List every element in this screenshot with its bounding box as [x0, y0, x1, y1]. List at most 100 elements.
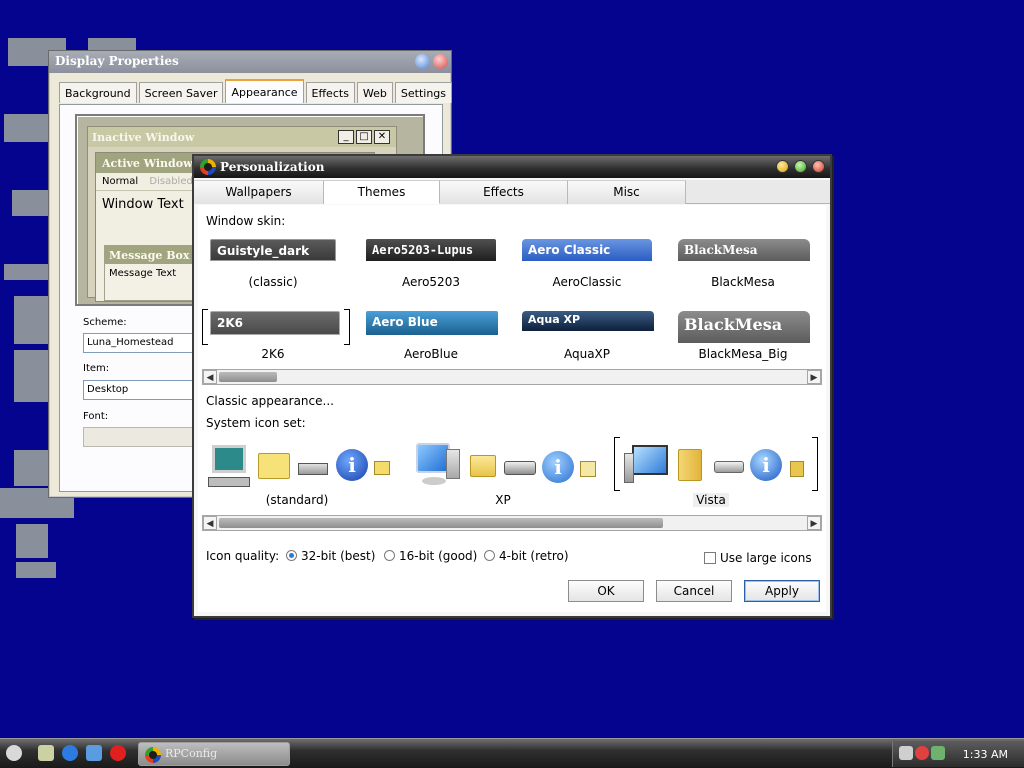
- large-icons-label: Use large icons: [720, 551, 812, 565]
- close-icon[interactable]: [812, 160, 825, 173]
- quality-option-32bit-label: 32-bit (best): [301, 549, 376, 563]
- taskbar: RPConfig 1:33 AM: [0, 738, 1024, 768]
- radio-16bit[interactable]: [384, 550, 395, 561]
- lock-folder-icon: [374, 461, 390, 475]
- icon-sets-scrollbar[interactable]: ◀ ▶: [202, 515, 822, 531]
- skin-bar-text: Aero Classic: [528, 243, 611, 257]
- tab-appearance[interactable]: Appearance: [225, 79, 304, 103]
- tab-background[interactable]: Background: [59, 82, 137, 103]
- apply-button[interactable]: Apply: [744, 580, 820, 602]
- selection-bracket-right: [344, 309, 350, 345]
- tab-screen-saver[interactable]: Screen Saver: [138, 82, 224, 103]
- desktop-icon-network[interactable]: [4, 114, 50, 142]
- preview-maximize-icon: □: [356, 130, 372, 144]
- desktop-icon-ie[interactable]: [4, 264, 48, 280]
- preview-menu-normal: Normal: [102, 176, 139, 187]
- skins-scrollbar[interactable]: ◀ ▶: [202, 369, 822, 385]
- icon-set-vista[interactable]: i: [620, 441, 810, 493]
- scroll-left-icon[interactable]: ◀: [203, 370, 217, 384]
- folder-icon: [470, 455, 496, 477]
- display-properties-title: Display Properties: [55, 54, 179, 68]
- desktop-icon-app-3[interactable]: [14, 450, 50, 486]
- skin-preview-aero5203[interactable]: Aero5203-Lupus: [366, 239, 496, 261]
- tab-themes[interactable]: Themes: [324, 180, 440, 204]
- scroll-left-icon[interactable]: ◀: [203, 516, 217, 530]
- computer-icon: [624, 445, 670, 487]
- desktop-icon-app-2[interactable]: [14, 350, 48, 402]
- tab-effects[interactable]: Effects: [305, 82, 355, 103]
- skin-preview-2k6[interactable]: 2K6: [210, 311, 340, 335]
- large-icons-option[interactable]: Use large icons: [704, 551, 812, 565]
- skin-preview-aeroclassic[interactable]: Aero Classic: [522, 239, 652, 261]
- info-icon: i: [336, 449, 368, 481]
- clock[interactable]: 1:33 AM: [963, 748, 1008, 761]
- folder-icon: [678, 449, 702, 481]
- classic-appearance-link[interactable]: Classic appearance...: [206, 394, 334, 408]
- tray-volume-icon[interactable]: [899, 746, 913, 760]
- close-icon[interactable]: [433, 54, 448, 69]
- drive-icon: [504, 461, 536, 475]
- tray-app-icon[interactable]: [931, 746, 945, 760]
- skin-preview-aeroblue[interactable]: Aero Blue: [366, 311, 498, 335]
- skin-name-blackmesa-big[interactable]: BlackMesa_Big: [668, 347, 818, 361]
- taskbar-task-label: RPConfig: [165, 747, 218, 760]
- icon-set-label: System icon set:: [206, 416, 306, 430]
- skin-preview-classic[interactable]: Guistyle_dark: [210, 239, 336, 261]
- skin-name-aeroblue[interactable]: AeroBlue: [356, 347, 506, 361]
- tray-network-icon[interactable]: [915, 746, 929, 760]
- quality-option-32bit[interactable]: 32-bit (best): [286, 549, 375, 563]
- personalization-window: Personalization Wallpapers Themes Effect…: [192, 154, 832, 618]
- skin-preview-blackmesa[interactable]: BlackMesa: [678, 239, 810, 261]
- icon-set-name-xp: XP: [495, 493, 511, 507]
- skin-name-aquaxp[interactable]: AquaXP: [512, 347, 662, 361]
- folder-icon: [258, 453, 290, 479]
- tab-misc[interactable]: Misc: [568, 180, 686, 204]
- quicklaunch-explorer-icon[interactable]: [86, 745, 102, 761]
- skin-name-2k6[interactable]: 2K6: [198, 347, 348, 361]
- radio-32bit[interactable]: [286, 550, 297, 561]
- skin-name-aero5203[interactable]: Aero5203: [356, 275, 506, 289]
- help-icon[interactable]: [415, 54, 430, 69]
- start-user-icon[interactable]: [6, 745, 22, 761]
- icon-sets-scroll-thumb[interactable]: [219, 518, 663, 528]
- icon-set-standard[interactable]: i: [206, 441, 396, 493]
- selection-bracket-right: [812, 437, 818, 491]
- icon-set-xp[interactable]: i: [412, 441, 602, 493]
- large-icons-checkbox[interactable]: [704, 552, 716, 564]
- skin-name-aeroclassic[interactable]: AeroClassic: [512, 275, 662, 289]
- info-icon: i: [542, 451, 574, 483]
- ok-button[interactable]: OK: [568, 580, 644, 602]
- scroll-right-icon[interactable]: ▶: [807, 516, 821, 530]
- taskbar-task-rpconfig[interactable]: RPConfig: [138, 742, 290, 766]
- desktop-icon-app-4[interactable]: [16, 524, 48, 558]
- item-label: Item:: [83, 363, 110, 374]
- desktop-icon-app-1[interactable]: [14, 296, 48, 344]
- icon-set-name-vista: Vista: [636, 493, 786, 507]
- skin-preview-aquaxp[interactable]: Aqua XP: [522, 311, 654, 331]
- tab-wallpapers[interactable]: Wallpapers: [194, 180, 324, 204]
- scroll-right-icon[interactable]: ▶: [807, 370, 821, 384]
- skins-scroll-thumb[interactable]: [219, 372, 277, 382]
- tab-effects[interactable]: Effects: [440, 180, 568, 204]
- personalization-titlebar[interactable]: Personalization: [194, 156, 830, 178]
- quicklaunch-opera-icon[interactable]: [110, 745, 126, 761]
- tab-settings[interactable]: Settings: [394, 82, 453, 103]
- desktop-icon-recycle[interactable]: [12, 190, 48, 216]
- personalization-title: Personalization: [220, 160, 325, 174]
- skin-preview-blackmesa-big[interactable]: BlackMesa: [678, 311, 810, 343]
- skin-name-classic[interactable]: (classic): [198, 275, 348, 289]
- minimize-icon[interactable]: [776, 160, 789, 173]
- radio-4bit[interactable]: [484, 550, 495, 561]
- skin-name-blackmesa[interactable]: BlackMesa: [668, 275, 818, 289]
- maximize-icon[interactable]: [794, 160, 807, 173]
- tab-web[interactable]: Web: [356, 82, 393, 103]
- quality-option-16bit[interactable]: 16-bit (good): [384, 549, 477, 563]
- quicklaunch-ie-icon[interactable]: [62, 745, 78, 761]
- quicklaunch-notepad-icon[interactable]: [38, 745, 54, 761]
- skin-bar-text: Aqua XP: [528, 313, 581, 326]
- window-skin-label: Window skin:: [206, 214, 286, 228]
- display-properties-titlebar[interactable]: Display Properties: [49, 51, 451, 73]
- skin-bar-text: Aero Blue: [372, 315, 438, 329]
- quality-option-4bit[interactable]: 4-bit (retro): [484, 549, 569, 563]
- cancel-button[interactable]: Cancel: [656, 580, 732, 602]
